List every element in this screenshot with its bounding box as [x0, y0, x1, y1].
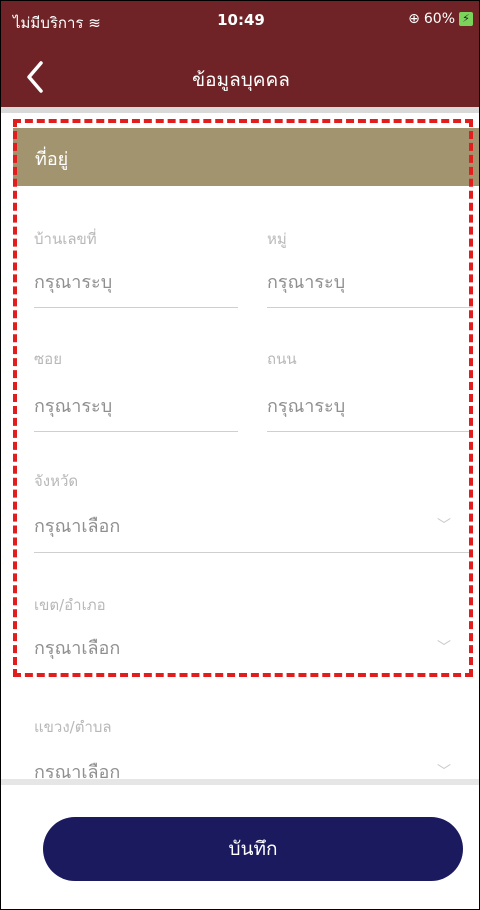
province-select[interactable]: กรุณาเลือก — [34, 511, 120, 540]
house-no-underline — [34, 307, 238, 308]
status-right: ⊕ 60% ⚡ — [408, 11, 473, 27]
chevron-down-icon[interactable]: ﹀ — [437, 637, 451, 657]
house-no-input[interactable]: กรุณาระบุ — [34, 267, 112, 296]
orientation-lock-icon: ⊕ — [408, 11, 420, 27]
district-label: เขต/อำเภอ — [34, 596, 106, 614]
house-no-label: บ้านเลขที่ — [34, 230, 97, 248]
district-select[interactable]: กรุณาเลือก — [34, 633, 120, 662]
app-header: ข้อมูลบุคคล — [1, 49, 479, 107]
road-input[interactable]: กรุณาระบุ — [267, 391, 345, 420]
chevron-down-icon[interactable]: ﹀ — [437, 515, 451, 535]
province-underline — [34, 552, 473, 553]
subdistrict-label: แขวง/ตำบล — [34, 718, 112, 736]
battery-percent: 60% — [423, 11, 455, 27]
soi-input[interactable]: กรุณาระบุ — [34, 391, 112, 420]
page-title: ข้อมูลบุคคล — [192, 69, 290, 91]
moo-input[interactable]: กรุณาระบุ — [267, 267, 345, 296]
road-underline — [267, 431, 473, 432]
section-header-address: ที่อยู่ — [13, 128, 479, 186]
moo-label: หมู่ — [267, 230, 287, 248]
road-label: ถนน — [267, 350, 297, 368]
phone-frame: ไม่มีบริการ ≋ 10:49 ⊕ 60% ⚡ ข้อมูลบุคคล … — [0, 0, 480, 910]
moo-underline — [267, 307, 473, 308]
status-bar: ไม่มีบริการ ≋ 10:49 ⊕ 60% ⚡ — [1, 1, 479, 49]
header-divider — [1, 107, 479, 113]
battery-icon: ⚡ — [459, 12, 473, 26]
province-label: จังหวัด — [34, 472, 79, 490]
chevron-down-icon[interactable]: ﹀ — [437, 761, 451, 781]
save-button[interactable]: บันทึก — [43, 817, 463, 881]
section-title: ที่อยู่ — [35, 149, 69, 170]
soi-label: ซอย — [34, 350, 62, 368]
soi-underline — [34, 431, 238, 432]
